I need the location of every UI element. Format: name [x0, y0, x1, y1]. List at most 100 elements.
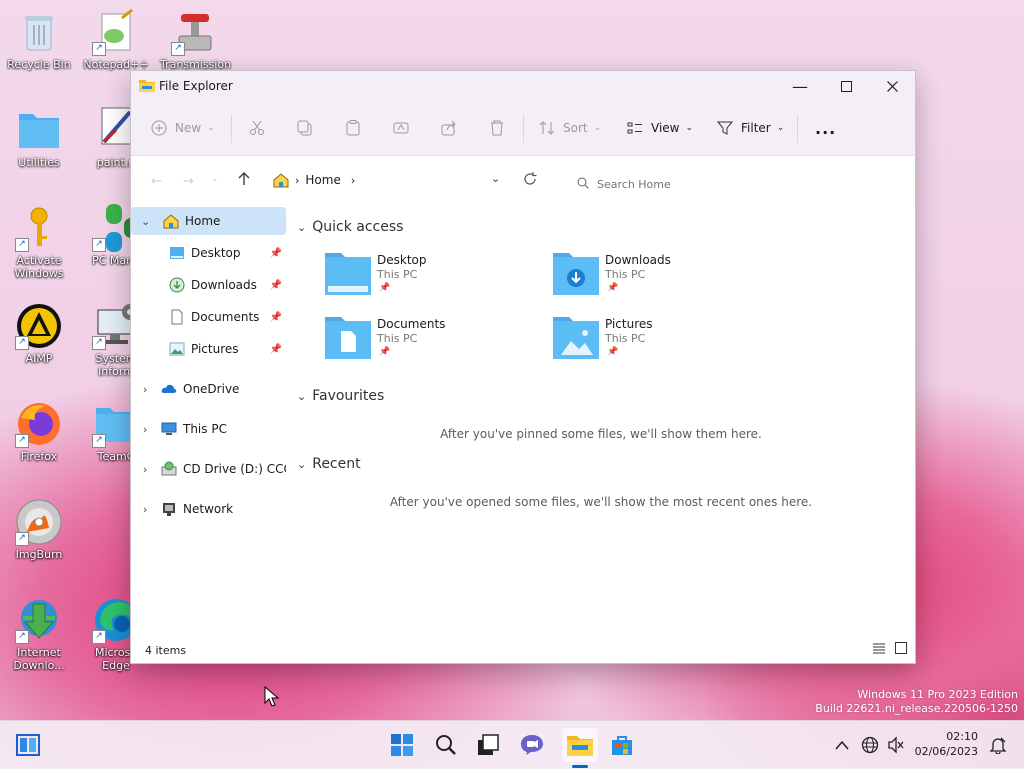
back-button[interactable]: ←	[151, 174, 162, 189]
chevron-down-icon[interactable]: ⌄	[141, 215, 150, 228]
desktop-icon-activate-windows[interactable]: ↗ Activate Windows	[4, 204, 74, 280]
desktop-icon-recycle-bin[interactable]: Recycle Bin	[4, 8, 74, 71]
new-label: New	[175, 121, 202, 135]
minimize-icon: —	[792, 76, 808, 96]
file-explorer-taskbar-button[interactable]	[562, 728, 598, 762]
breadcrumb-home[interactable]: Home	[305, 173, 340, 187]
chevron-right-icon[interactable]: ›	[143, 423, 147, 436]
pictures-folder-icon	[553, 317, 599, 359]
quick-access-tile-downloads[interactable]: Downloads This PC 📌	[551, 251, 771, 303]
microsoft-store-button[interactable]	[606, 729, 638, 761]
nav-item-documents[interactable]: Documents 📌	[131, 303, 286, 331]
tile-name: Documents	[377, 317, 446, 331]
chevron-right-icon[interactable]: ›	[143, 503, 147, 516]
recent-header[interactable]: ⌄ Recent	[297, 456, 361, 472]
watermark-line-1: Windows 11 Pro 2023 Edition	[857, 688, 1018, 701]
nav-item-pictures[interactable]: Pictures 📌	[131, 335, 286, 363]
file-explorer-icon	[567, 736, 593, 756]
task-view-icon	[478, 734, 499, 755]
start-button[interactable]	[386, 729, 418, 761]
clock[interactable]: 02:10 02/06/2023	[906, 729, 978, 759]
file-explorer-window[interactable]: File Explorer — New ⌄ Sort ⌄ View ⌄ Filt…	[130, 70, 916, 664]
close-icon	[886, 80, 898, 92]
desktop-folder-icon	[170, 247, 184, 259]
shortcut-arrow-icon: ↗	[171, 42, 185, 56]
chevron-right-icon[interactable]: ›	[143, 383, 147, 396]
quick-access-tile-pictures[interactable]: Pictures This PC 📌	[551, 315, 771, 367]
sort-button[interactable]: Sort ⌄	[539, 101, 601, 155]
nav-item-home[interactable]: ⌄ Home	[131, 207, 286, 235]
nav-item-this-pc[interactable]: › This PC	[131, 415, 286, 443]
nav-item-cd-drive[interactable]: › CD Drive (D:) CCCOM	[131, 455, 286, 483]
desktop-icon-imgburn[interactable]: ↗ ImgBurn	[4, 498, 74, 561]
maximize-icon	[840, 80, 852, 92]
breadcrumb-chevron-icon[interactable]: ›	[351, 174, 355, 187]
quick-access-tile-desktop[interactable]: Desktop This PC 📌	[323, 251, 543, 303]
desktop-icon-firefox[interactable]: ↗ Firefox	[4, 400, 74, 463]
file-explorer-icon	[139, 80, 155, 92]
title-bar[interactable]: File Explorer —	[131, 71, 915, 101]
tiles-view-button[interactable]	[895, 642, 907, 657]
chevron-right-icon[interactable]: ›	[143, 463, 147, 476]
nav-label: Downloads	[191, 278, 257, 292]
minimize-button[interactable]: —	[777, 71, 823, 101]
address-dropdown-button[interactable]: ⌄	[491, 172, 500, 185]
task-view-button[interactable]	[472, 729, 504, 761]
desktop-icon-internet-download-manager[interactable]: ↗ Internet Downlo...	[4, 596, 74, 672]
plus-circle-icon	[151, 120, 167, 136]
paste-button[interactable]	[345, 101, 361, 155]
shortcut-arrow-icon: ↗	[92, 630, 106, 644]
shortcut-arrow-icon: ↗	[15, 238, 29, 252]
share-button[interactable]	[441, 101, 457, 155]
delete-button[interactable]	[489, 101, 505, 155]
more-options-button[interactable]: ...	[815, 101, 836, 155]
desktop-icon-transmission[interactable]: ↗ Transmission	[160, 8, 231, 71]
teams-chat-button[interactable]	[516, 729, 548, 761]
desktop-icon-utilities[interactable]: Utilities	[4, 106, 74, 169]
copy-button[interactable]	[297, 101, 313, 155]
nav-label: This PC	[183, 422, 227, 436]
tile-name: Downloads	[605, 253, 671, 267]
toolbar-separator	[523, 115, 524, 143]
desktop-icon-notepadpp[interactable]: ↗ Notepad++	[81, 8, 151, 71]
close-button[interactable]	[869, 71, 915, 101]
nav-item-network[interactable]: › Network	[131, 495, 286, 523]
cut-button[interactable]	[249, 101, 265, 155]
quick-access-tile-documents[interactable]: Documents This PC 📌	[323, 315, 543, 367]
breadcrumb[interactable]: › Home ›	[273, 172, 355, 188]
view-button[interactable]: View ⌄	[627, 101, 693, 155]
new-button[interactable]: New ⌄	[151, 101, 215, 155]
sort-label: Sort	[563, 121, 588, 135]
filter-icon	[717, 121, 733, 135]
filter-button[interactable]: Filter ⌄	[717, 101, 784, 155]
window-title: File Explorer	[159, 79, 233, 93]
search-box[interactable]	[567, 168, 907, 198]
search-input[interactable]	[595, 173, 899, 195]
section-title: Recent	[312, 456, 361, 472]
recent-locations-button[interactable]: ⌄	[211, 174, 219, 184]
nav-label: Home	[185, 214, 221, 228]
picture-icon	[169, 342, 185, 356]
chevron-down-icon: ⌄	[207, 123, 215, 133]
search-icon	[436, 735, 456, 755]
pin-icon: 📌	[269, 311, 282, 323]
quick-access-header[interactable]: ⌄ Quick access	[297, 219, 403, 235]
search-taskbar-button[interactable]	[430, 729, 462, 761]
maximize-button[interactable]	[823, 71, 869, 101]
nav-item-downloads[interactable]: Downloads 📌	[131, 271, 286, 299]
filter-label: Filter	[741, 121, 771, 135]
recycle-bin-icon	[15, 8, 63, 56]
desktop-icon-aimp[interactable]: ↗ AIMP	[4, 302, 74, 365]
forward-button[interactable]: →	[183, 174, 194, 189]
nav-item-onedrive[interactable]: › OneDrive	[131, 375, 286, 403]
widgets-button[interactable]	[12, 729, 44, 761]
refresh-button[interactable]	[523, 172, 537, 189]
ellipsis-icon: ...	[815, 118, 837, 138]
rename-button[interactable]	[393, 101, 409, 155]
nav-item-desktop[interactable]: Desktop 📌	[131, 239, 286, 267]
favourites-header[interactable]: ⌄ Favourites	[297, 388, 384, 404]
details-view-button[interactable]	[873, 642, 885, 657]
up-button[interactable]	[237, 172, 251, 189]
notifications-button[interactable]	[982, 729, 1014, 761]
chevron-down-icon: ⌄	[776, 123, 785, 133]
